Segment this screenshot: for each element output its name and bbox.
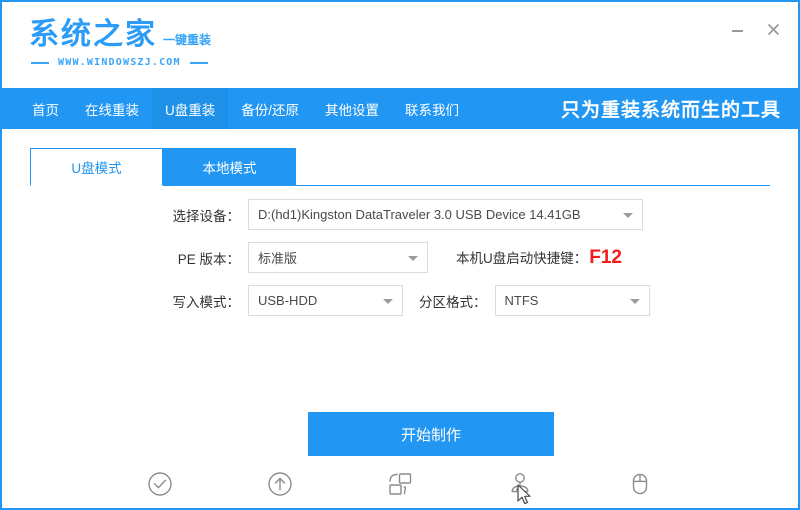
pe-version-label: PE 版本： (168, 248, 240, 268)
boot-hotkey-label: 本机U盘启动快捷键： (456, 247, 587, 267)
write-mode-row: 写入模式： USB-HDD 分区格式： NTFS (2, 285, 798, 316)
minimize-icon (731, 23, 744, 36)
nav-item-contact-us[interactable]: 联系我们 (392, 88, 472, 129)
logo-dash-left (31, 62, 49, 64)
chevron-down-icon (630, 299, 640, 304)
nav-item-backup-restore[interactable]: 备份/还原 (228, 88, 312, 129)
mouse-icon (627, 469, 653, 499)
minimize-button[interactable] (722, 16, 752, 42)
partition-format-label: 分区格式： (419, 291, 487, 311)
start-make-button[interactable]: 开始制作 (308, 412, 554, 456)
app-window: 系统之家 一键重装 WWW.WINDOWSZJ.COM 首 (0, 0, 800, 510)
app-logo: 系统之家 一键重装 WWW.WINDOWSZJ.COM (29, 20, 211, 68)
nav-item-usb-reinstall[interactable]: U盘重装 (152, 88, 228, 129)
joystick-icon (507, 469, 533, 499)
write-mode-label: 写入模式： (168, 291, 240, 311)
pe-version-row: PE 版本： 标准版 本机U盘启动快捷键： F12 (2, 242, 798, 273)
boot-hotkey-info: 本机U盘启动快捷键： F12 (456, 247, 622, 269)
write-mode-select[interactable]: USB-HDD (248, 285, 403, 316)
close-icon (767, 23, 780, 36)
logo-dash-right (190, 62, 208, 64)
title-bar: 系统之家 一键重装 WWW.WINDOWSZJ.COM (2, 2, 798, 88)
chevron-down-icon (623, 213, 633, 218)
content-area: U盘模式 本地模式 选择设备： D:(hd1)Kingston DataTrav… (2, 129, 798, 508)
tool-upgrade[interactable]: 升级 (248, 469, 312, 510)
nav-item-online-reinstall[interactable]: 在线重装 (72, 88, 152, 129)
pe-version-select[interactable]: 标准版 (248, 242, 428, 273)
boot-hotkey-value: F12 (589, 247, 622, 269)
arrow-up-circle-icon (267, 469, 293, 499)
nav-item-home[interactable]: 首页 (19, 88, 72, 129)
tab-local-mode[interactable]: 本地模式 (163, 148, 296, 186)
main-navigation: 首页 在线重装 U盘重装 备份/还原 其他设置 联系我们 只为重装系统而生的工具 (2, 88, 798, 129)
tab-usb-mode[interactable]: U盘模式 (30, 148, 163, 186)
tool-format-convert[interactable]: 格式转换 (368, 469, 432, 510)
logo-website-url: WWW.WINDOWSZJ.COM (58, 57, 181, 68)
tool-initialize[interactable]: 初始化 (128, 469, 192, 510)
tool-simulate-boot-label: 模拟启动 (495, 504, 545, 510)
partition-format-select-value: NTFS (505, 293, 539, 308)
chevron-down-icon (383, 299, 393, 304)
chevron-down-icon (408, 256, 418, 261)
format-convert-icon (385, 469, 415, 499)
tool-format-convert-label: 格式转换 (375, 504, 425, 510)
device-label: 选择设备： (168, 205, 240, 225)
nav-item-other-settings[interactable]: 其他设置 (312, 88, 392, 129)
mode-tabs: U盘模式 本地模式 (30, 148, 296, 186)
write-mode-select-value: USB-HDD (258, 293, 317, 308)
usb-settings-form: 选择设备： D:(hd1)Kingston DataTraveler 3.0 U… (2, 199, 798, 328)
device-select-value: D:(hd1)Kingston DataTraveler 3.0 USB Dev… (258, 207, 581, 222)
window-controls (722, 16, 788, 42)
partition-format-select[interactable]: NTFS (495, 285, 650, 316)
tool-simulate-boot[interactable]: 模拟启动 (488, 469, 552, 510)
device-select[interactable]: D:(hd1)Kingston DataTraveler 3.0 USB Dev… (248, 199, 643, 230)
tool-upgrade-label: 升级 (267, 504, 292, 510)
tool-initialize-label: 初始化 (141, 504, 179, 510)
tool-hotkeys-label: 快捷键 (621, 504, 659, 510)
logo-subtitle: 一键重装 (163, 31, 211, 48)
tool-hotkeys[interactable]: 快捷键 (608, 469, 672, 510)
logo-title: 系统之家 (29, 20, 157, 50)
tool-shortcuts: 初始化 升级 (2, 469, 798, 510)
close-button[interactable] (758, 16, 788, 42)
device-row: 选择设备： D:(hd1)Kingston DataTraveler 3.0 U… (2, 199, 798, 230)
nav-tagline: 只为重装系统而生的工具 (561, 88, 781, 129)
check-circle-icon (147, 469, 173, 499)
pe-version-select-value: 标准版 (258, 248, 297, 267)
